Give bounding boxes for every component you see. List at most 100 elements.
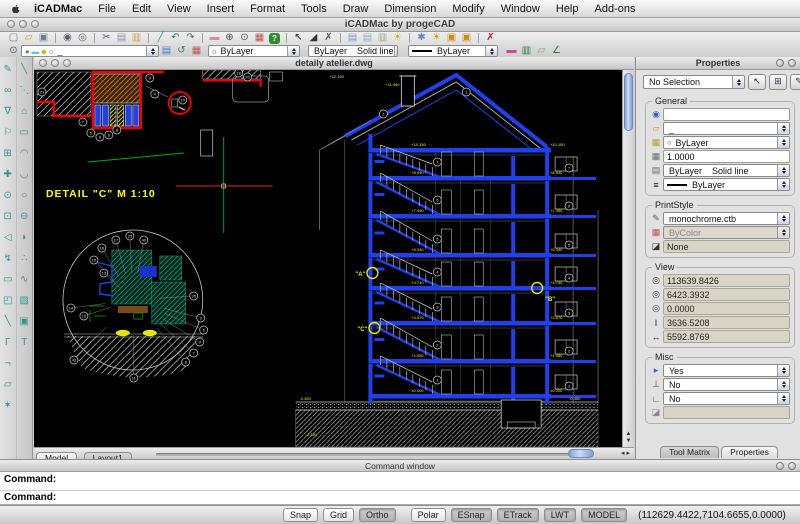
rectangle-icon[interactable]: ▭ xyxy=(20,122,29,143)
zoom-window-icon[interactable]: ⊙ xyxy=(237,32,252,44)
ucs-per-viewport-field-stepper[interactable] xyxy=(777,393,789,404)
menu-tools[interactable]: Tools xyxy=(293,3,335,15)
ucs-per-viewport-field[interactable]: No xyxy=(663,392,790,405)
magnifier-icon[interactable]: ⊙ xyxy=(6,45,21,57)
print-preview-icon[interactable]: ◎ xyxy=(75,32,90,44)
status-toggle-polar[interactable]: Polar xyxy=(411,508,446,522)
layer-folder-field[interactable]: _ xyxy=(663,122,790,135)
command-close-button[interactable] xyxy=(788,462,796,470)
command-collapse-button[interactable] xyxy=(776,462,784,470)
layer-stack-icon[interactable]: ▤ xyxy=(345,32,360,44)
color-swatch-field[interactable]: ○ByLayer xyxy=(663,136,790,149)
layer-state-icon[interactable]: ▣ xyxy=(444,32,459,44)
polyline-edit-icon[interactable]: ▱ xyxy=(4,374,12,395)
selection-combo-stepper[interactable] xyxy=(732,76,744,88)
plot-style-pen-field-stepper[interactable] xyxy=(777,213,789,224)
scale-icon[interactable]: ▭ xyxy=(3,269,12,290)
layer-manager-icon[interactable]: ▤ xyxy=(159,45,174,57)
dimension-style-icon[interactable]: ▬ xyxy=(504,45,519,57)
vertical-scroll-arrows[interactable]: ▲▼ xyxy=(623,431,634,445)
cut-icon[interactable]: ✂ xyxy=(99,32,114,44)
line-icon[interactable]: ╲ xyxy=(21,59,27,80)
layer-palette-icon[interactable]: ▦ xyxy=(189,45,204,57)
select-window-icon[interactable]: ◢ xyxy=(306,32,321,44)
open-file-icon[interactable]: ▱ xyxy=(21,32,36,44)
help-icon[interactable]: ? xyxy=(269,33,280,44)
color-swatch-field-stepper[interactable] xyxy=(777,137,789,148)
status-toggle-lwt[interactable]: LWT xyxy=(544,508,576,522)
ucs-icon-on-field-stepper[interactable] xyxy=(777,365,789,376)
spline-icon[interactable]: ∿ xyxy=(20,269,28,290)
panel-tab-tool-matrix[interactable]: Tool Matrix xyxy=(660,446,719,458)
lineweight-field[interactable]: ByLayer xyxy=(663,178,790,191)
flag-icon[interactable]: ⚐ xyxy=(3,122,12,143)
plot-icon[interactable]: ◉ xyxy=(60,32,75,44)
ucs-icon-origin-field[interactable]: No xyxy=(663,378,790,391)
save-icon[interactable]: ▣ xyxy=(36,32,51,44)
command-input[interactable]: Command: xyxy=(0,491,800,504)
layer-previous-icon[interactable]: ↺ xyxy=(174,45,189,57)
insert-image-icon[interactable]: ▣ xyxy=(20,311,29,332)
trim-icon[interactable]: ◰ xyxy=(3,290,12,311)
new-file-icon[interactable]: ▢ xyxy=(6,32,21,44)
linetype-scale-field[interactable]: 1.0000 xyxy=(663,150,790,163)
vertical-scrollbar[interactable]: ▲▼ xyxy=(622,70,634,447)
ucs-icon-on-field[interactable]: Yes xyxy=(663,364,790,377)
drawing-zoom-button[interactable] xyxy=(63,59,71,67)
color-palette-icon[interactable]: ▦ xyxy=(252,32,267,44)
arc-icon[interactable]: ◠ xyxy=(20,143,29,164)
delete-icon[interactable]: ✗ xyxy=(483,32,498,44)
hatch-icon[interactable]: ▨ xyxy=(20,290,29,311)
drawing-title-bar[interactable]: detaily atelier.dwg xyxy=(34,57,634,70)
status-toggle-model[interactable]: MODEL xyxy=(581,508,627,522)
mirror-icon[interactable]: ◁ xyxy=(4,227,12,248)
status-toggle-etrack[interactable]: ETrack xyxy=(497,508,539,522)
light-bulb-icon[interactable]: ☀ xyxy=(390,32,405,44)
draw-line-icon[interactable]: ╱ xyxy=(153,32,168,44)
lineweight-combo[interactable]: ByLayer xyxy=(408,45,498,57)
menu-format[interactable]: Format xyxy=(242,3,293,15)
close-window-button[interactable] xyxy=(7,20,15,28)
horizontal-scroll-track[interactable] xyxy=(156,453,584,456)
color-combo[interactable]: ○ ByLayer xyxy=(208,45,300,57)
linetype-field[interactable]: ByLayerSolid line xyxy=(663,164,790,177)
quick-select-icon[interactable]: ⊞ xyxy=(769,74,787,90)
text-icon[interactable]: T xyxy=(21,332,27,353)
zoom-window-button[interactable] xyxy=(31,20,39,28)
apple-menu-icon[interactable] xyxy=(10,3,24,15)
ucs-icon-origin-field-stepper[interactable] xyxy=(777,379,789,390)
linetype-field-stepper[interactable] xyxy=(777,165,789,176)
settings-gear-icon[interactable]: ✱ xyxy=(414,32,429,44)
menu-dimension[interactable]: Dimension xyxy=(376,3,444,15)
stretch-icon[interactable]: ↯ xyxy=(4,248,12,269)
select-elements-icon[interactable]: ↖ xyxy=(748,74,766,90)
redo-icon[interactable]: ↷ xyxy=(183,32,198,44)
status-toggle-ortho[interactable]: Ortho xyxy=(359,508,396,522)
hyperlink-globe-field[interactable] xyxy=(663,108,790,121)
plot-style-pen-field[interactable]: monochrome.ctb xyxy=(663,212,790,225)
panel-collapse-button[interactable] xyxy=(776,59,784,67)
plot-style-color-field-stepper[interactable] xyxy=(777,227,789,238)
menu-view[interactable]: View xyxy=(159,3,199,15)
panel-tab-properties[interactable]: Properties xyxy=(721,446,778,458)
status-toggle-grid[interactable]: Grid xyxy=(323,508,354,522)
rotate-icon[interactable]: ⊙ xyxy=(4,185,12,206)
layer-combo-stepper[interactable] xyxy=(146,46,158,56)
horizontal-scroll-arrows[interactable]: ◂▸ xyxy=(621,449,632,458)
menu-help[interactable]: Help xyxy=(548,3,587,15)
array-icon[interactable]: ⊞ xyxy=(4,143,12,164)
color-combo-stepper[interactable] xyxy=(287,46,299,56)
fillet-icon[interactable]: ∇ xyxy=(4,101,11,122)
menu-insert[interactable]: Insert xyxy=(199,3,243,15)
layer-combo[interactable]: ● ▬ ◆ ○ _ xyxy=(21,45,159,57)
menu-window[interactable]: Window xyxy=(493,3,548,15)
command-window-title-bar[interactable]: Command window xyxy=(0,459,800,472)
layer-folder-field-stepper[interactable] xyxy=(777,123,789,134)
undo-icon[interactable]: ↶ xyxy=(168,32,183,44)
linetype-combo[interactable]: ByLayer Solid line xyxy=(308,45,398,57)
point-icon[interactable]: ∴ xyxy=(21,248,27,269)
layer-preview-icon[interactable]: ▥ xyxy=(375,32,390,44)
sun-icon[interactable]: ☀ xyxy=(429,32,444,44)
lineweight-field-stepper[interactable] xyxy=(777,179,789,190)
measure-icon[interactable]: ∠ xyxy=(549,45,564,57)
